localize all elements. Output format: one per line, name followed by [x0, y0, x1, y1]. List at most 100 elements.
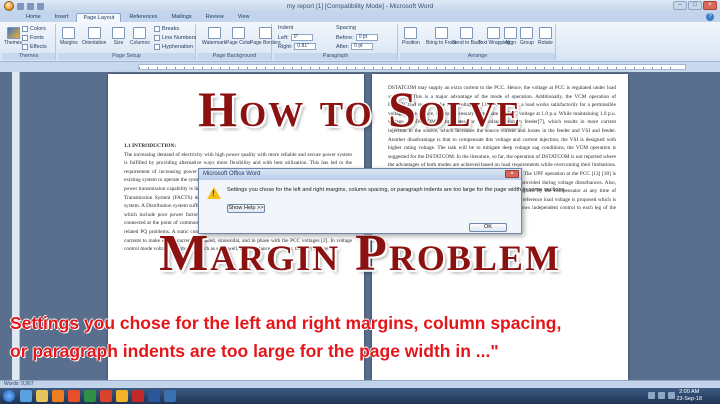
paragraph-group: Indent Left: 0" Right: 0.81" Spacing Befor…: [274, 24, 398, 60]
ruler-tick: [319, 67, 320, 69]
spacing-after-row: After: 0 pt: [336, 43, 374, 50]
chrome-icon[interactable]: [116, 390, 128, 402]
page-borders-icon: [258, 27, 272, 39]
size-button[interactable]: Size: [112, 27, 125, 46]
align-button[interactable]: Align: [504, 27, 517, 46]
effects-button[interactable]: Effects: [22, 44, 47, 50]
ie-icon[interactable]: [20, 390, 32, 402]
tray-network-icon[interactable]: [658, 392, 665, 399]
spacing-after-input[interactable]: 0 pt: [351, 43, 374, 50]
paragraph-group-label: Paragraph: [274, 53, 397, 60]
ruler-tick: [382, 67, 383, 69]
tray-flag-icon[interactable]: [648, 392, 655, 399]
position-button[interactable]: Position: [402, 27, 420, 46]
ruler-tick: [400, 67, 401, 69]
quote-line-2: or paragraph indents are too large for t…: [10, 341, 499, 361]
page-setup-group: Margins Orientation Size Columns Breaks …: [58, 24, 196, 60]
opera-icon[interactable]: [132, 390, 144, 402]
title-bar: my report [1] [Compatibility Mode] - Mic…: [0, 0, 720, 12]
word-icon[interactable]: [148, 390, 160, 402]
ruler-tick: [445, 67, 446, 69]
line-numbers-button[interactable]: Line Numbers: [154, 35, 196, 41]
minimize-button[interactable]: –: [673, 1, 687, 10]
tab-references[interactable]: References: [123, 13, 163, 22]
ruler-tick: [643, 67, 644, 69]
orientation-button[interactable]: Orientation: [82, 27, 106, 46]
ruler-tick: [310, 67, 311, 69]
ruler-tick: [661, 67, 662, 69]
app-icon-3[interactable]: [164, 390, 176, 402]
ruler-bar: [138, 64, 686, 70]
ribbon: Themes Colors Fonts Effects Themes Margi…: [0, 22, 720, 62]
ruler-tick: [328, 67, 329, 69]
vlc-icon[interactable]: [68, 390, 80, 402]
ruler-tick: [580, 67, 581, 69]
themes-group: Themes Colors Fonts Effects Themes: [2, 24, 56, 60]
ruler-tick: [229, 67, 230, 69]
ok-button[interactable]: OK: [469, 223, 507, 232]
taskbar: 2:00 AM 23-Sep-18: [0, 388, 720, 404]
app-icon-2[interactable]: [100, 390, 112, 402]
breaks-button[interactable]: Breaks: [154, 26, 179, 32]
spacing-before-input[interactable]: 0 pt: [355, 34, 378, 41]
ruler-tick: [436, 67, 437, 69]
fonts-button[interactable]: Fonts: [22, 35, 44, 41]
indent-right-input[interactable]: 0.81": [294, 43, 317, 50]
colors-icon: [22, 26, 28, 32]
ruler-tick: [274, 67, 275, 69]
watermark-button[interactable]: Watermark: [202, 27, 226, 46]
ruler-tick: [544, 67, 545, 69]
tab-home[interactable]: Home: [20, 13, 47, 22]
colors-button[interactable]: Colors: [22, 26, 46, 32]
ruler-tick: [418, 67, 419, 69]
tab-view[interactable]: View: [232, 13, 256, 22]
send-to-back-icon: [460, 27, 474, 39]
rotate-button[interactable]: Rotate: [538, 27, 553, 46]
tab-page-layout[interactable]: Page Layout: [76, 13, 122, 22]
tab-insert[interactable]: Insert: [49, 13, 75, 22]
ruler-tick: [202, 67, 203, 69]
ruler-tick: [247, 67, 248, 69]
clock-time: 2:00 AM: [679, 389, 700, 395]
ruler-tick: [589, 67, 590, 69]
ruler-tick: [481, 67, 482, 69]
taskbar-clock[interactable]: 2:00 AM 23-Sep-18: [676, 389, 702, 403]
ruler-tick: [517, 67, 518, 69]
page-background-group: Watermark Page Color Page Borders Page B…: [198, 24, 281, 60]
folder-icon[interactable]: [36, 390, 48, 402]
ruler-tick: [346, 67, 347, 69]
ruler-tick: [634, 67, 635, 69]
media-player-icon[interactable]: [52, 390, 64, 402]
margins-button[interactable]: Margins: [60, 27, 78, 46]
tab-mailings[interactable]: Mailings: [165, 13, 197, 22]
help-icon[interactable]: ?: [706, 13, 714, 21]
dialog-close-button[interactable]: ×: [505, 170, 519, 178]
close-button[interactable]: ×: [703, 1, 717, 10]
tab-review[interactable]: Review: [200, 13, 230, 22]
columns-button[interactable]: Columns: [130, 27, 150, 46]
page-color-icon: [232, 27, 245, 39]
ruler-tick: [373, 67, 374, 69]
ruler-tick: [166, 67, 167, 69]
word-count[interactable]: Words: 9,967: [4, 381, 34, 388]
app-icon-1[interactable]: [84, 390, 96, 402]
page-color-button[interactable]: Page Color: [226, 27, 251, 46]
ruler-tick: [409, 67, 410, 69]
indent-left-input[interactable]: 0": [290, 34, 313, 41]
watermark-icon: [207, 27, 221, 39]
arrange-group-label: Arrange: [400, 53, 555, 60]
align-icon: [504, 27, 517, 39]
tray-volume-icon[interactable]: [668, 392, 675, 399]
maximize-button[interactable]: □: [688, 1, 702, 10]
ruler-tick: [211, 67, 212, 69]
themes-button[interactable]: Themes: [4, 27, 22, 46]
bring-to-front-icon: [434, 27, 448, 39]
spacing-before-row: Before: 0 pt: [336, 34, 378, 41]
ruler-tick: [553, 67, 554, 69]
group-button[interactable]: Group: [520, 27, 534, 46]
horizontal-ruler[interactable]: [0, 62, 720, 72]
hyphenation-button[interactable]: Hyphenation: [154, 44, 193, 50]
ruler-tick: [670, 67, 671, 69]
show-help-button[interactable]: Show Help >>: [227, 204, 265, 213]
start-button[interactable]: [3, 390, 15, 402]
